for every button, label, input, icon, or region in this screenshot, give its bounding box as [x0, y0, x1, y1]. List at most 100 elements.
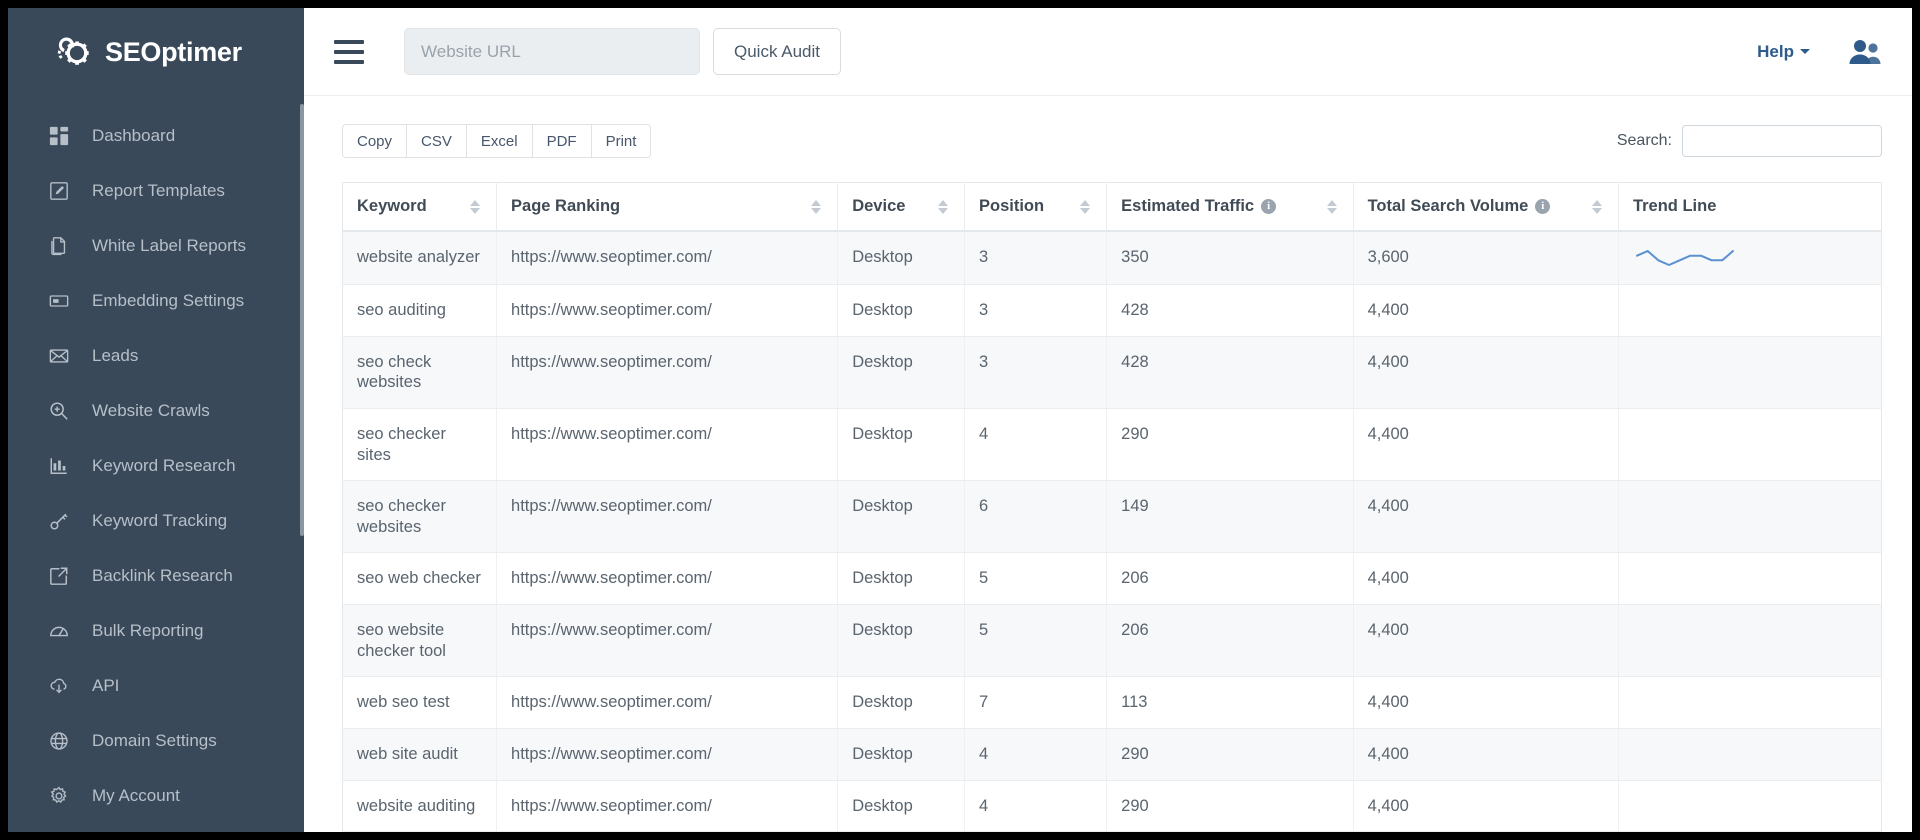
- help-dropdown[interactable]: Help: [1757, 42, 1810, 62]
- sidebar-item-embedding-settings[interactable]: Embedding Settings: [8, 273, 304, 328]
- sort-icon[interactable]: [1592, 199, 1604, 215]
- sidebar-item-dashboard[interactable]: Dashboard: [8, 108, 304, 163]
- copy-button[interactable]: Copy: [342, 124, 406, 158]
- column-header-page-ranking[interactable]: Page Ranking: [497, 183, 838, 232]
- sidebar: SEOptimer Dashboard: [8, 8, 304, 832]
- cell-device: Desktop: [838, 231, 965, 285]
- cell-trend-line: [1618, 231, 1881, 285]
- search-input[interactable]: [1682, 125, 1882, 157]
- search-area: Search:: [1617, 125, 1882, 157]
- column-header-total-search-volume[interactable]: Total Search Volume i: [1353, 183, 1618, 232]
- sidebar-item-website-crawls[interactable]: Website Crawls: [8, 383, 304, 438]
- cell-position: 5: [964, 605, 1106, 677]
- sort-icon[interactable]: [470, 199, 482, 215]
- website-url-input[interactable]: [404, 28, 700, 75]
- cloud-download-icon: [48, 675, 70, 697]
- cell-position: 5: [964, 553, 1106, 605]
- cell-device: Desktop: [838, 677, 965, 729]
- info-icon[interactable]: i: [1261, 199, 1276, 214]
- column-label: Trend Line: [1633, 197, 1716, 216]
- keyword-tracking-table: Keyword Page Ranking: [342, 182, 1882, 832]
- cell-position: 3: [964, 285, 1106, 337]
- info-icon[interactable]: i: [1535, 199, 1550, 214]
- topbar-right: Help: [1757, 37, 1882, 67]
- cell-estimated-traffic: 206: [1107, 605, 1353, 677]
- csv-button[interactable]: CSV: [406, 124, 466, 158]
- gauge-icon: [48, 620, 70, 642]
- table-row[interactable]: seo checker websites https://www.seoptim…: [343, 481, 1882, 553]
- column-header-position[interactable]: Position: [964, 183, 1106, 232]
- sort-icon[interactable]: [1327, 199, 1339, 215]
- export-buttons-group: Copy CSV Excel PDF Print: [342, 124, 651, 158]
- table-row[interactable]: web site audit https://www.seoptimer.com…: [343, 728, 1882, 780]
- sidebar-item-report-templates[interactable]: Report Templates: [8, 163, 304, 218]
- help-label: Help: [1757, 42, 1794, 62]
- sidebar-item-label: Leads: [92, 346, 138, 366]
- hamburger-icon[interactable]: [334, 40, 364, 64]
- cell-trend-line: [1618, 336, 1881, 408]
- cell-estimated-traffic: 290: [1107, 408, 1353, 480]
- sidebar-item-api[interactable]: API: [8, 658, 304, 713]
- sort-icon[interactable]: [811, 199, 823, 215]
- cell-position: 4: [964, 728, 1106, 780]
- cell-page-ranking: https://www.seoptimer.com/: [497, 231, 838, 285]
- cell-total-search-volume: 4,400: [1353, 553, 1618, 605]
- cell-keyword: web site audit: [343, 728, 497, 780]
- cell-position: 4: [964, 408, 1106, 480]
- sidebar-item-keyword-research[interactable]: Keyword Research: [8, 438, 304, 493]
- cell-page-ranking: https://www.seoptimer.com/: [497, 780, 838, 832]
- table-row[interactable]: website auditing https://www.seoptimer.c…: [343, 780, 1882, 832]
- cell-estimated-traffic: 149: [1107, 481, 1353, 553]
- cell-device: Desktop: [838, 285, 965, 337]
- sidebar-item-bulk-reporting[interactable]: Bulk Reporting: [8, 603, 304, 658]
- sidebar-item-label: Backlink Research: [92, 566, 233, 586]
- sidebar-item-keyword-tracking[interactable]: Keyword Tracking: [8, 493, 304, 548]
- users-avatar-icon[interactable]: [1848, 37, 1882, 67]
- sidebar-nav: Dashboard Report Templates: [8, 96, 304, 832]
- cell-total-search-volume: 4,400: [1353, 605, 1618, 677]
- cell-total-search-volume: 4,400: [1353, 408, 1618, 480]
- table-row[interactable]: seo checker sites https://www.seoptimer.…: [343, 408, 1882, 480]
- cell-keyword: website analyzer: [343, 231, 497, 285]
- column-label: Page Ranking: [511, 197, 620, 216]
- cell-total-search-volume: 4,400: [1353, 677, 1618, 729]
- sidebar-item-backlink-research[interactable]: Backlink Research: [8, 548, 304, 603]
- column-header-trend-line[interactable]: Trend Line: [1618, 183, 1881, 232]
- cell-device: Desktop: [838, 408, 965, 480]
- keyword-tracking-panel: Copy CSV Excel PDF Print Search:: [342, 124, 1882, 832]
- sidebar-item-label: Bulk Reporting: [92, 621, 204, 641]
- cell-position: 7: [964, 677, 1106, 729]
- quick-audit-button[interactable]: Quick Audit: [713, 28, 841, 75]
- brand-name: SEOptimer: [105, 37, 242, 68]
- table-row[interactable]: seo website checker tool https://www.seo…: [343, 605, 1882, 677]
- print-button[interactable]: Print: [591, 124, 652, 158]
- cell-position: 3: [964, 336, 1106, 408]
- table-row[interactable]: website analyzer https://www.seoptimer.c…: [343, 231, 1882, 285]
- sidebar-item-label: Domain Settings: [92, 731, 217, 751]
- cell-page-ranking: https://www.seoptimer.com/: [497, 285, 838, 337]
- sort-icon[interactable]: [1080, 199, 1092, 215]
- sidebar-item-domain-settings[interactable]: Domain Settings: [8, 713, 304, 768]
- cell-estimated-traffic: 290: [1107, 780, 1353, 832]
- sidebar-item-my-account[interactable]: My Account: [8, 768, 304, 823]
- cell-trend-line: [1618, 553, 1881, 605]
- sidebar-item-leads[interactable]: Leads: [8, 328, 304, 383]
- sidebar-item-white-label-reports[interactable]: White Label Reports: [8, 218, 304, 273]
- sidebar-item-label: My Account: [92, 786, 180, 806]
- column-header-device[interactable]: Device: [838, 183, 965, 232]
- cell-estimated-traffic: 428: [1107, 336, 1353, 408]
- cell-trend-line: [1618, 780, 1881, 832]
- table-row[interactable]: web seo test https://www.seoptimer.com/ …: [343, 677, 1882, 729]
- table-row[interactable]: seo check websites https://www.seoptimer…: [343, 336, 1882, 408]
- sort-icon[interactable]: [938, 199, 950, 215]
- excel-button[interactable]: Excel: [466, 124, 532, 158]
- brand-logo-area[interactable]: SEOptimer: [8, 8, 304, 96]
- pdf-button[interactable]: PDF: [532, 124, 591, 158]
- column-header-keyword[interactable]: Keyword: [343, 183, 497, 232]
- table-row[interactable]: seo auditing https://www.seoptimer.com/ …: [343, 285, 1882, 337]
- table-header-row: Keyword Page Ranking: [343, 183, 1882, 232]
- column-header-estimated-traffic[interactable]: Estimated Traffic i: [1107, 183, 1353, 232]
- table-row[interactable]: seo web checker https://www.seoptimer.co…: [343, 553, 1882, 605]
- copy-pages-icon: [48, 235, 70, 257]
- sidebar-item-label: Website Crawls: [92, 401, 210, 421]
